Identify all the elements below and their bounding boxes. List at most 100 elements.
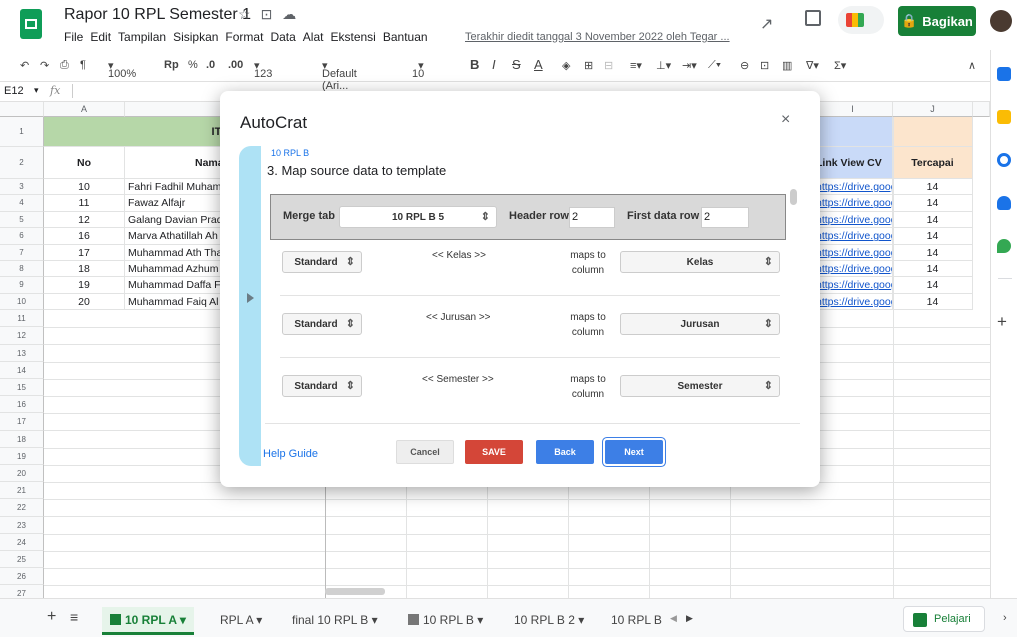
meet-button[interactable] bbox=[838, 6, 884, 34]
cell-link[interactable]: https://drive.goog bbox=[813, 195, 893, 212]
functions-icon[interactable]: Σ▾ bbox=[834, 59, 846, 72]
cell-no[interactable]: 11 bbox=[44, 195, 125, 212]
cell-tercapai[interactable]: 14 bbox=[893, 211, 973, 229]
row-header[interactable]: 17 bbox=[0, 413, 44, 431]
italic-icon[interactable]: I bbox=[492, 57, 496, 72]
first-data-row-input[interactable]: 2 bbox=[701, 207, 749, 228]
cell-no[interactable]: 19 bbox=[44, 277, 125, 294]
maps-icon[interactable] bbox=[997, 239, 1011, 253]
column-select[interactable]: Kelas ⇕ bbox=[620, 251, 780, 273]
row-header[interactable]: 10 bbox=[0, 293, 44, 311]
currency-format-button[interactable]: Rp bbox=[164, 59, 179, 71]
all-sheets-button[interactable]: ≡ bbox=[70, 609, 78, 625]
increase-decimal-button[interactable]: .00 bbox=[228, 59, 243, 71]
row-header[interactable]: 14 bbox=[0, 361, 44, 379]
sheets-logo-icon[interactable] bbox=[20, 9, 42, 39]
add-addon-icon[interactable]: + bbox=[997, 312, 1007, 332]
row-header[interactable]: 27 bbox=[0, 585, 44, 598]
column-header-a[interactable]: A bbox=[44, 102, 125, 117]
side-panel-toggle-icon[interactable]: › bbox=[1003, 612, 1007, 624]
menu-tools[interactable]: Alat bbox=[303, 30, 324, 44]
row-header[interactable]: 18 bbox=[0, 430, 44, 448]
header-cell-no[interactable]: No bbox=[44, 147, 125, 179]
vertical-align-icon[interactable]: ⊥▾ bbox=[656, 59, 671, 72]
menu-data[interactable]: Data bbox=[270, 30, 295, 44]
cell-tercapai[interactable]: 14 bbox=[893, 228, 973, 245]
horizontal-align-icon[interactable]: ≡▾ bbox=[630, 59, 642, 72]
merge-tab-select[interactable]: 10 RPL B 5 ⇕ bbox=[339, 206, 497, 228]
cloud-status-icon[interactable]: ☁ bbox=[282, 6, 306, 22]
row-header[interactable]: 16 bbox=[0, 396, 44, 414]
header-row-input[interactable]: 2 bbox=[569, 207, 615, 228]
row-header[interactable]: 8 bbox=[0, 261, 44, 278]
cell-tercapai[interactable]: 14 bbox=[893, 261, 973, 278]
avatar[interactable] bbox=[990, 10, 1012, 32]
cell-no[interactable]: 12 bbox=[44, 211, 125, 229]
mode-select[interactable]: Standard ⇕ bbox=[282, 375, 362, 397]
fill-color-icon[interactable]: ◈ bbox=[562, 59, 570, 72]
help-guide-link[interactable]: Help Guide bbox=[263, 448, 318, 460]
banner-cell-i[interactable] bbox=[813, 117, 893, 147]
close-icon[interactable]: × bbox=[781, 111, 790, 129]
cell-tercapai[interactable]: 14 bbox=[893, 195, 973, 212]
column-header-k[interactable] bbox=[973, 102, 990, 117]
cell-no[interactable]: 20 bbox=[44, 293, 125, 311]
mapping-scroll-area[interactable]: Merge tab 10 RPL B 5 ⇕ Header row 2 First… bbox=[265, 191, 800, 421]
row-header[interactable]: 24 bbox=[0, 533, 44, 551]
tasks-icon[interactable] bbox=[997, 153, 1011, 167]
cell-no[interactable]: 17 bbox=[44, 244, 125, 261]
merge-cells-icon[interactable]: ⊟ bbox=[604, 59, 613, 72]
row-header[interactable]: 15 bbox=[0, 379, 44, 397]
borders-icon[interactable]: ⊞ bbox=[584, 59, 593, 72]
cell-no[interactable]: 16 bbox=[44, 228, 125, 245]
row-header[interactable]: 21 bbox=[0, 482, 44, 500]
paint-format-icon[interactable]: ¶ bbox=[80, 59, 86, 71]
cell-tercapai[interactable]: 14 bbox=[893, 244, 973, 261]
add-sheet-button[interactable]: + bbox=[47, 608, 56, 626]
scroll-tabs-left-icon[interactable]: ◀ bbox=[670, 613, 677, 624]
cell-link[interactable]: https://drive.goog bbox=[813, 179, 893, 196]
insert-link-icon[interactable]: ⊖ bbox=[740, 59, 749, 72]
filter-icon[interactable]: ∇▾ bbox=[806, 59, 819, 72]
activity-trend-icon[interactable]: ↗ bbox=[760, 14, 773, 34]
calendar-icon[interactable] bbox=[997, 67, 1011, 81]
row-header[interactable]: 23 bbox=[0, 516, 44, 534]
cell-tercapai[interactable]: 14 bbox=[893, 293, 973, 311]
cell-link[interactable]: https://drive.goog bbox=[813, 228, 893, 245]
row-header-2[interactable]: 2 bbox=[0, 147, 44, 179]
cell-tercapai[interactable]: 14 bbox=[893, 179, 973, 196]
cell-link[interactable]: https://drive.goog bbox=[813, 211, 893, 229]
mode-select[interactable]: Standard ⇕ bbox=[282, 313, 362, 335]
row-header[interactable]: 7 bbox=[0, 244, 44, 261]
share-button[interactable]: 🔒 Bagikan bbox=[898, 6, 976, 36]
save-button[interactable]: SAVE bbox=[465, 440, 523, 464]
cell-link[interactable]: https://drive.goog bbox=[813, 293, 893, 311]
row-header[interactable]: 3 bbox=[0, 179, 44, 196]
sheet-tab-10-rpl-b[interactable]: 10 RPL B ▾ bbox=[408, 607, 483, 633]
step-arrow-icon[interactable] bbox=[247, 293, 254, 303]
row-header[interactable]: 9 bbox=[0, 277, 44, 294]
keep-icon[interactable] bbox=[997, 110, 1011, 124]
column-header-j[interactable]: J bbox=[893, 102, 973, 117]
cell-no[interactable]: 10 bbox=[44, 179, 125, 196]
decrease-decimal-button[interactable]: .0 bbox=[206, 59, 215, 71]
bold-icon[interactable]: B bbox=[470, 57, 479, 72]
sheet-tab-10-rpl-b-2[interactable]: 10 RPL B 2 ▾ bbox=[514, 607, 584, 633]
star-icon[interactable]: ☆ bbox=[238, 6, 261, 22]
text-rotation-icon[interactable]: ⟋▾ bbox=[708, 59, 721, 72]
banner-cell-j[interactable] bbox=[893, 117, 973, 147]
insert-comment-icon[interactable]: ⊡ bbox=[760, 59, 769, 72]
menu-view[interactable]: Tampilan bbox=[118, 30, 166, 44]
percent-format-button[interactable]: % bbox=[188, 59, 198, 71]
menu-file[interactable]: File bbox=[64, 30, 83, 44]
document-title[interactable]: Rapor 10 RPL Semester 1 bbox=[64, 6, 251, 24]
row-header[interactable]: 11 bbox=[0, 310, 44, 328]
header-cell-tercapai[interactable]: Tercapai bbox=[893, 147, 973, 179]
row-header[interactable]: 22 bbox=[0, 499, 44, 517]
menu-insert[interactable]: Sisipkan bbox=[173, 30, 218, 44]
back-button[interactable]: Back bbox=[536, 440, 594, 464]
last-edit-link[interactable]: Terakhir diedit tanggal 3 November 2022 … bbox=[465, 31, 730, 43]
mode-select[interactable]: Standard ⇕ bbox=[282, 251, 362, 273]
header-cell-link[interactable]: Link View CV bbox=[813, 147, 893, 179]
collapse-toolbar-icon[interactable]: ∧ bbox=[968, 59, 976, 72]
